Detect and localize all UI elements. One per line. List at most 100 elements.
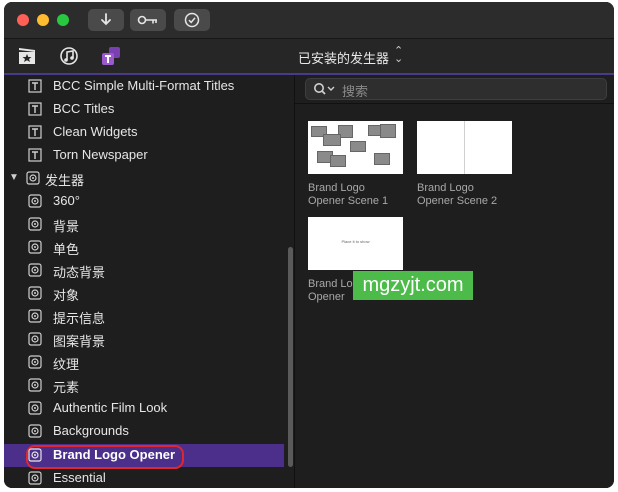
sidebar-item-label: Brand Logo Opener xyxy=(53,447,176,462)
search-placeholder: 搜索 xyxy=(342,84,369,99)
sidebar-item-backgrounds[interactable]: Backgrounds xyxy=(4,420,284,443)
search-field[interactable]: 搜索 xyxy=(305,78,607,100)
sidebar-item-label: 背景 xyxy=(53,219,80,234)
sidebar-item-label: Authentic Film Look xyxy=(53,400,168,415)
title-icon xyxy=(28,125,42,139)
generator-icon xyxy=(28,424,42,438)
sidebar-item-clean-widgets[interactable]: Clean Widgets xyxy=(4,121,284,144)
sidebar-item-pattern-backgrounds[interactable]: 图案背景 xyxy=(4,328,284,351)
generator-selector-label[interactable]: 已安装的发生器 xyxy=(298,48,389,67)
sidebar-item-label: 纹理 xyxy=(53,357,80,372)
sidebar-item-label: 动态背景 xyxy=(53,265,106,280)
generator-icon xyxy=(28,401,42,415)
title-icon xyxy=(28,79,42,93)
generator-icon xyxy=(28,355,42,369)
generator-icon xyxy=(28,309,42,323)
generator-icon xyxy=(28,286,42,300)
thumbnail-brand-logo-opener-scene-3[interactable]: Place it to show xyxy=(308,217,403,270)
zoom-window-button[interactable] xyxy=(57,14,69,26)
titles-t-icon xyxy=(102,47,120,65)
thumbnail-label-line2: Opener xyxy=(308,291,345,303)
sidebar-item-label: 元素 xyxy=(53,380,80,395)
key-icon xyxy=(137,15,157,25)
generator-icon xyxy=(26,171,40,185)
generator-icon xyxy=(28,217,42,231)
search-icon[interactable] xyxy=(313,82,337,96)
background-tasks-button[interactable] xyxy=(174,9,210,31)
app-window: 已安装的发生器 ⌃ ⌄ BCC Simple Multi-Format Title… xyxy=(4,2,614,488)
checkmark-circle-icon xyxy=(184,12,200,28)
placeholder-box xyxy=(350,141,366,152)
tab-music[interactable] xyxy=(58,45,80,67)
sidebar-item-label: 提示信息 xyxy=(53,311,106,326)
scene-divider-line xyxy=(464,121,465,174)
tab-photos-audio[interactable] xyxy=(16,45,38,67)
sidebar-item-essential[interactable]: Essential xyxy=(4,467,284,488)
thumbnail-label-line1: Brand Logo xyxy=(417,182,474,194)
sidebar-item-bcc-simple-multi-format-titles[interactable]: BCC Simple Multi-Format Titles xyxy=(4,75,284,98)
minimize-window-button[interactable] xyxy=(37,14,49,26)
title-icon xyxy=(28,148,42,162)
music-note-icon xyxy=(60,47,78,65)
thumbnail-label-line1: Brand Lo xyxy=(308,278,353,290)
thumbnail-caption: Place it to show xyxy=(341,239,370,244)
browser-header: 已安装的发生器 ⌃ ⌄ xyxy=(4,39,614,75)
placeholder-box xyxy=(380,124,396,138)
thumbnail-label: Brand Logo Opener Scene 1 xyxy=(308,182,388,208)
sidebar-item-elements[interactable]: 元素 xyxy=(4,374,284,397)
divider xyxy=(295,103,614,104)
up-down-chevron-icon[interactable]: ⌃ ⌄ xyxy=(394,46,403,65)
sidebar-item-label: 单色 xyxy=(53,242,80,257)
sidebar: BCC Simple Multi-Format Titles BCC Title… xyxy=(4,75,295,488)
generator-icon xyxy=(28,448,42,462)
title-icon xyxy=(28,102,42,116)
thumbnail-label-line2: Opener Scene 1 xyxy=(308,195,389,207)
sidebar-item-label: 对象 xyxy=(53,288,80,303)
generator-icon xyxy=(28,240,42,254)
sidebar-item-authentic-film-look[interactable]: Authentic Film Look xyxy=(4,397,284,420)
clapper-star-icon xyxy=(19,48,35,64)
close-window-button[interactable] xyxy=(17,14,29,26)
watermark: mgzyjt.com xyxy=(353,271,473,300)
sidebar-scrollbar[interactable] xyxy=(286,75,294,488)
sidebar-item-brand-logo-opener[interactable]: Brand Logo Opener xyxy=(4,444,284,469)
placeholder-box xyxy=(323,134,341,146)
sidebar-item-backgrounds-cn[interactable]: 背景 xyxy=(4,213,284,236)
scrollbar-thumb[interactable] xyxy=(288,247,293,467)
sidebar-item-label: Clean Widgets xyxy=(53,124,138,139)
title-bar xyxy=(4,2,614,39)
sidebar-item-label: Backgrounds xyxy=(53,423,129,438)
sidebar-item-textures[interactable]: 纹理 xyxy=(4,351,284,374)
sidebar-item-tips[interactable]: 提示信息 xyxy=(4,305,284,328)
sidebar-item-360[interactable]: 360° xyxy=(4,190,284,213)
sidebar-item-bcc-titles[interactable]: BCC Titles xyxy=(4,98,284,121)
import-button[interactable] xyxy=(88,9,124,31)
placeholder-box xyxy=(374,153,390,165)
disclosure-triangle-icon[interactable]: ▼ xyxy=(9,172,19,183)
tab-titles-generators[interactable] xyxy=(100,45,122,67)
sidebar-item-label: 发生器 xyxy=(45,173,85,188)
sidebar-item-label: Torn Newspaper xyxy=(53,147,148,162)
sidebar-item-solids[interactable]: 单色 xyxy=(4,236,284,259)
thumbnail-label-line1: Brand Logo xyxy=(308,182,365,194)
sidebar-item-label: BCC Simple Multi-Format Titles xyxy=(53,78,235,93)
thumbnail-label: Brand Lo Opener xyxy=(308,278,353,304)
sidebar-item-label: 360° xyxy=(53,193,80,208)
sidebar-item-objects[interactable]: 对象 xyxy=(4,282,284,305)
generator-icon xyxy=(28,263,42,277)
sidebar-item-label: 图案背景 xyxy=(53,334,106,349)
sidebar-item-dynamic-backgrounds[interactable]: 动态背景 xyxy=(4,259,284,282)
sidebar-group-generators[interactable]: ▼ 发生器 xyxy=(4,167,284,190)
placeholder-box xyxy=(330,155,346,167)
sidebar-item-label: BCC Titles xyxy=(53,101,115,116)
sidebar-item-torn-newspaper[interactable]: Torn Newspaper xyxy=(4,144,284,167)
generator-icon xyxy=(28,194,42,208)
thumbnail-label: Brand Logo Opener Scene 2 xyxy=(417,182,497,208)
thumbnail-brand-logo-opener-scene-2[interactable] xyxy=(417,121,512,174)
keywords-button[interactable] xyxy=(130,9,166,31)
generator-icon xyxy=(28,332,42,346)
generator-icon xyxy=(28,378,42,392)
thumbnail-brand-logo-opener-scene-1[interactable] xyxy=(308,121,403,174)
generator-icon xyxy=(28,471,42,485)
sidebar-item-label: Essential xyxy=(53,470,106,485)
